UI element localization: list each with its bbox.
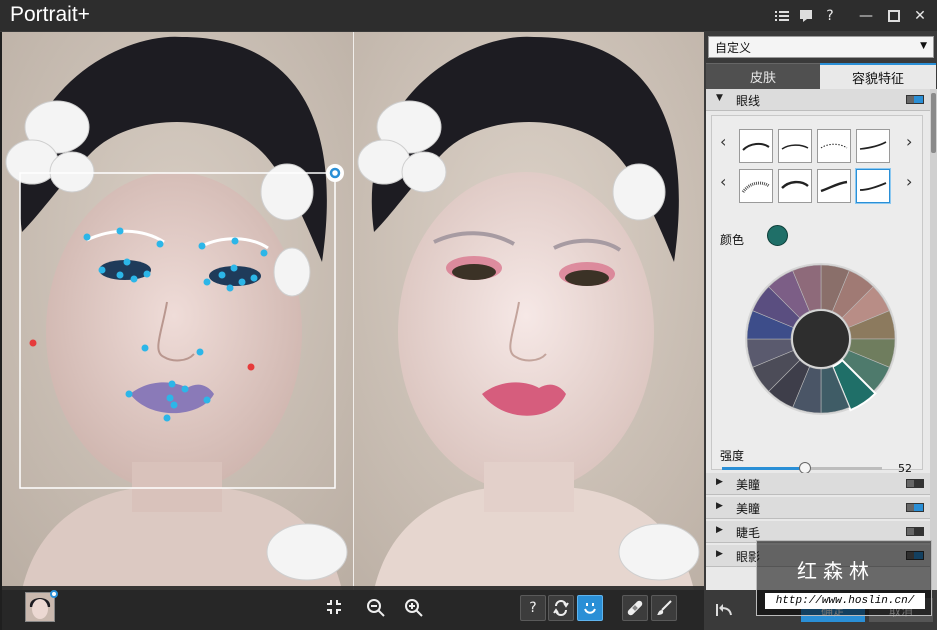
bandage-tool-icon[interactable] bbox=[622, 595, 648, 621]
brush-tool-icon[interactable] bbox=[651, 595, 677, 621]
intensity-slider-fill bbox=[722, 467, 806, 470]
expand-triangle-icon: ▶ bbox=[716, 477, 723, 487]
section-header[interactable]: ▶ 美瞳 bbox=[706, 497, 930, 519]
watermark-title: 红森林 bbox=[797, 559, 875, 583]
portrait-plus-window: Portrait+ ? — ✕ ? 自定义 ▼ 皮肤 容貌特征 ▼ 眼线 ‹ ‹… bbox=[0, 0, 937, 630]
scrollbar-thumb[interactable] bbox=[931, 93, 936, 153]
undo-icon[interactable] bbox=[714, 600, 734, 620]
zoom-out-icon[interactable] bbox=[364, 596, 388, 620]
eyeliner-style-tile[interactable] bbox=[817, 169, 851, 203]
tab-features[interactable]: 容貌特征 bbox=[820, 63, 936, 89]
intensity-label: 强度 bbox=[720, 449, 745, 463]
eyeliner-settings: ‹ ‹ › › 颜色 强度 52 bbox=[711, 115, 923, 475]
section-eyeliner-label: 眼线 bbox=[736, 94, 761, 108]
eyeliner-style-tile-selected[interactable] bbox=[856, 169, 890, 203]
styles-prev-icon[interactable]: ‹ bbox=[720, 172, 726, 191]
section-toggle[interactable] bbox=[906, 527, 924, 536]
app-title: Portrait+ bbox=[10, 3, 90, 26]
eyeliner-style-tile[interactable] bbox=[856, 129, 890, 163]
maximize-icon[interactable] bbox=[884, 6, 904, 26]
preset-dropdown[interactable]: 自定义 ▼ bbox=[708, 36, 934, 58]
section-label: 美瞳 bbox=[736, 502, 761, 516]
photo-area bbox=[2, 32, 704, 590]
expand-triangle-icon: ▶ bbox=[716, 501, 723, 511]
help-button[interactable]: ? bbox=[820, 6, 840, 26]
zoom-in-icon[interactable] bbox=[402, 596, 426, 620]
tab-skin[interactable]: 皮肤 bbox=[706, 63, 820, 89]
eyeliner-style-tile[interactable] bbox=[778, 129, 812, 163]
panel-tabs: 皮肤 容貌特征 bbox=[706, 63, 936, 89]
title-bar: Portrait+ ? — ✕ bbox=[0, 0, 937, 32]
preset-value: 自定义 bbox=[715, 41, 752, 55]
intensity-slider[interactable] bbox=[722, 462, 882, 474]
watermark-url: http://www.hoslin.cn/ bbox=[765, 593, 925, 609]
section-toggle[interactable] bbox=[906, 479, 924, 488]
before-photo bbox=[2, 32, 353, 590]
fit-view-icon[interactable] bbox=[323, 596, 345, 618]
styles-prev-icon[interactable]: ‹ bbox=[720, 132, 726, 151]
section-header[interactable]: ▶ 美瞳 bbox=[706, 473, 930, 495]
chat-icon[interactable] bbox=[796, 6, 816, 26]
collapse-triangle-icon: ▼ bbox=[716, 93, 723, 103]
section-eyeliner-toggle[interactable] bbox=[906, 95, 924, 104]
minimize-button[interactable]: — bbox=[856, 6, 876, 26]
color-wheel-center bbox=[793, 311, 849, 367]
expand-triangle-icon: ▶ bbox=[716, 549, 723, 559]
eyeliner-style-tile[interactable] bbox=[817, 129, 851, 163]
color-label: 颜色 bbox=[720, 233, 745, 247]
expand-triangle-icon: ▶ bbox=[716, 525, 723, 535]
section-label: 睫毛 bbox=[736, 526, 761, 540]
section-toggle[interactable] bbox=[906, 503, 924, 512]
section-eyeliner-header[interactable]: ▼ 眼线 bbox=[706, 89, 930, 111]
eyeliner-style-tile[interactable] bbox=[778, 169, 812, 203]
swap-view-icon[interactable] bbox=[548, 595, 574, 621]
dropdown-arrow-icon: ▼ bbox=[920, 41, 927, 51]
eyeliner-style-tile[interactable] bbox=[739, 169, 773, 203]
color-wheel[interactable] bbox=[744, 262, 898, 416]
watermark: 红森林 http://www.hoslin.cn/ bbox=[756, 540, 932, 616]
after-photo bbox=[354, 32, 704, 590]
eyeliner-style-tile[interactable] bbox=[739, 129, 773, 163]
styles-next-icon[interactable]: › bbox=[906, 132, 912, 151]
bottom-toolbar: ? bbox=[2, 586, 704, 630]
list-icon[interactable] bbox=[772, 6, 792, 26]
help-toggle-button[interactable]: ? bbox=[520, 595, 546, 621]
selected-color-swatch[interactable] bbox=[767, 225, 788, 246]
styles-next-icon[interactable]: › bbox=[906, 172, 912, 191]
close-button[interactable]: ✕ bbox=[910, 6, 930, 26]
face-mode-icon[interactable] bbox=[577, 595, 603, 621]
section-label: 美瞳 bbox=[736, 478, 761, 492]
thumbnail-badge-icon bbox=[50, 590, 58, 598]
